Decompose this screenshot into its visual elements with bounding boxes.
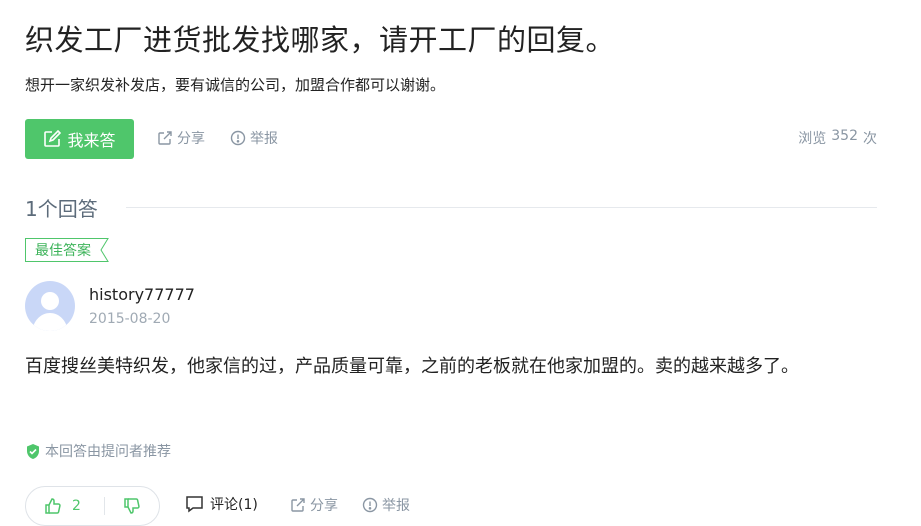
answer-content: 百度搜丝美特织发，他家信的过，产品质量可靠，之前的老板就在他家加盟的。卖的越来越… [25, 356, 799, 377]
views-prefix: 浏览 [798, 131, 827, 147]
edit-icon [43, 130, 62, 148]
comment-icon [185, 495, 204, 513]
view-count: 浏览 352 次 [798, 128, 877, 148]
comment-label: 评论(1) [210, 497, 258, 513]
section-divider [126, 207, 877, 208]
downvote-button[interactable] [105, 487, 159, 525]
share-label: 分享 [177, 131, 205, 147]
answer-share-button[interactable]: 分享 [290, 495, 338, 515]
upvote-count: 2 [72, 498, 81, 514]
question-description: 想开一家织发补发店，要有诚信的公司，加盟合作都可以谢谢。 [25, 76, 446, 94]
views-suffix: 次 [863, 131, 877, 147]
answer-username[interactable]: history77777 [89, 285, 195, 304]
recommend-label: 本回答由提问者推荐 [45, 444, 171, 460]
answer-date: 2015-08-20 [89, 311, 171, 327]
answer-button[interactable]: 我来答 [25, 119, 134, 159]
thumbs-down-icon [123, 497, 141, 515]
shield-check-icon [25, 443, 41, 460]
answer-button-label: 我来答 [67, 131, 116, 150]
best-answer-label: 最佳答案 [35, 243, 91, 259]
answer-report-label: 举报 [382, 498, 410, 514]
share-button[interactable]: 分享 [157, 128, 205, 148]
report-icon [230, 130, 246, 146]
answer-share-label: 分享 [310, 498, 338, 514]
answer-report-button[interactable]: 举报 [362, 495, 410, 515]
answer-count: 1个回答 [25, 197, 98, 221]
best-answer-tag: 最佳答案 [25, 238, 109, 262]
thumbs-up-icon [44, 497, 62, 515]
share-icon [290, 497, 306, 513]
vote-box: 2 [25, 486, 160, 526]
views-number: 352 [831, 128, 858, 144]
share-icon [157, 130, 173, 146]
report-button[interactable]: 举报 [230, 128, 278, 148]
recommend-note: 本回答由提问者推荐 [25, 441, 171, 461]
question-title: 织发工厂进货批发找哪家，请开工厂的回复。 [25, 23, 616, 57]
report-label: 举报 [250, 131, 278, 147]
tag-notch-icon [97, 238, 109, 262]
upvote-button[interactable]: 2 [26, 487, 104, 525]
avatar[interactable] [25, 281, 75, 331]
comment-button[interactable]: 评论(1) [185, 494, 258, 514]
report-icon [362, 497, 378, 513]
user-silhouette-icon [32, 292, 68, 331]
